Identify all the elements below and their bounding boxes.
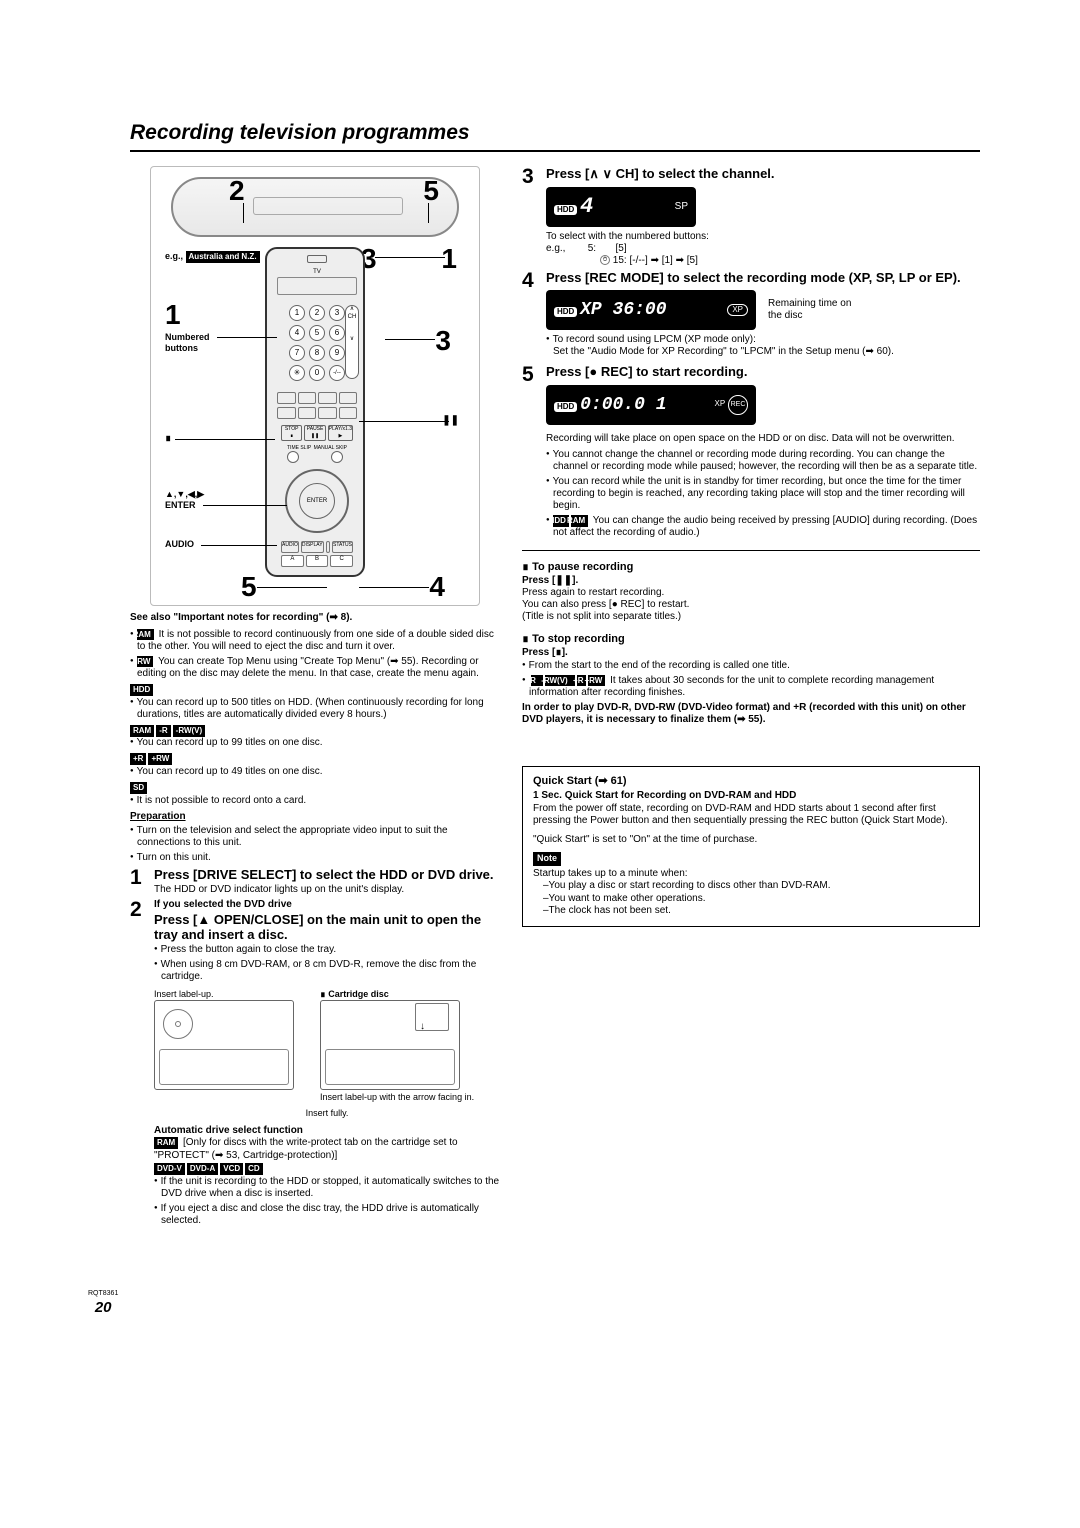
divider-1 (522, 550, 980, 551)
rqt-code: RQT8361 (88, 1290, 118, 1299)
insert-fully: Insert fully. (154, 1108, 500, 1119)
stop-bold: In order to play DVD-R, DVD-RW (DVD-Vide… (522, 702, 980, 726)
device-figure: 2 5 e.g., Australia and N.Z. 3 1 TV 1 2 … (150, 166, 480, 606)
quick-start-box: Quick Start (➡ 61) 1 Sec. Quick Start fo… (522, 766, 980, 927)
quick-b2: –You want to make other operations. (533, 893, 969, 906)
label-arrows: ▲,▼,◀,▶ (165, 489, 204, 500)
pause-l2: You can also press [● REC] to restart. (522, 599, 980, 611)
step4-title: Press [REC MODE] to select the recording… (546, 270, 980, 286)
auto-3: If you eject a disc and close the disc t… (154, 1203, 500, 1227)
stop-b2: -R-RW(V)+R+RW It takes about 30 seconds … (522, 675, 980, 699)
callout-5-bottom: 5 (241, 569, 257, 604)
pill-sd: SD (130, 782, 147, 794)
page-footer: RQT8361 20 (88, 1290, 118, 1318)
note-plusrw: +RW You can create Top Menu using "Creat… (130, 656, 500, 680)
auto-2: If the unit is recording to the HDD or s… (154, 1176, 500, 1200)
pause-l1: Press again to restart recording. (522, 587, 980, 599)
auto-1: RAM [Only for discs with the write-prote… (154, 1137, 500, 1162)
quick-title: Quick Start (➡ 61) (533, 775, 969, 789)
remaining-time-label: Remaining time on the disc (768, 298, 868, 322)
callout-1-mid-right: 1 (441, 241, 457, 276)
step5-b1: You cannot change the channel or recordi… (546, 449, 980, 473)
quick-b1: –You play a disc or start recording to d… (533, 880, 969, 893)
step-4: 4 Press [REC MODE] to select the recordi… (522, 270, 980, 362)
remote: TV 1 2 3 4 5 6 7 8 9 0 ✳︎ -/-- ∧CH∨ (265, 247, 365, 577)
stop-b1: From the start to the end of the recordi… (522, 660, 980, 672)
callout-5-top: 5 (423, 173, 439, 208)
label-buttons: buttons (165, 343, 198, 354)
step2-pre: If you selected the DVD drive (154, 899, 500, 912)
step-2: 2 If you selected the DVD drive Press [▲… (130, 899, 500, 1230)
label-numbered: Numbered (165, 332, 210, 343)
step1-title: Press [DRIVE SELECT] to select the HDD o… (154, 867, 500, 883)
callout-3-right: 3 (435, 323, 451, 358)
label-enter: ENTER (165, 500, 196, 511)
note-49: You can record up to 49 titles on one di… (130, 766, 500, 778)
pill-hdd: HDD (130, 684, 153, 696)
step5-b2: You can record while the unit is in stan… (546, 476, 980, 512)
right-column: 3 Press [∧ ∨ CH] to select the channel. … (522, 166, 980, 1233)
step5-b3: HDDRAM You can change the audio being re… (546, 515, 980, 539)
left-column: 2 5 e.g., Australia and N.Z. 3 1 TV 1 2 … (130, 166, 500, 1233)
prep-2: Turn on this unit. (130, 852, 500, 864)
step-3: 3 Press [∧ ∨ CH] to select the channel. … (522, 166, 980, 267)
step2-title: Press [▲ OPEN/CLOSE] on the main unit to… (154, 912, 500, 943)
quick-p2: "Quick Start" is set to "On" at the time… (533, 834, 969, 847)
quick-sub: 1 Sec. Quick Start for Recording on DVD-… (533, 790, 969, 803)
note-ram: RAM It is not possible to record continu… (130, 629, 500, 653)
step3-eg: e.g., 5: [5] (546, 243, 980, 255)
callout-4: 4 (429, 569, 445, 604)
note-sd: It is not possible to record onto a card… (130, 795, 500, 807)
step3-sel: To select with the numbered buttons: (546, 231, 980, 243)
page-title: Recording television programmes (130, 120, 980, 152)
quick-p3: Startup takes up to a minute when: (533, 868, 969, 881)
eg-label: e.g., Australia and N.Z. (165, 251, 262, 263)
stop-press: Press [∎]. (522, 647, 980, 660)
step2-b2: When using 8 cm DVD-RAM, or 8 cm DVD-R, … (154, 959, 500, 983)
display-ch: HDD 4 SP (546, 187, 696, 227)
device-top (171, 177, 459, 237)
quick-p1: From the power off state, recording on D… (533, 803, 969, 828)
pause-head: To pause recording (522, 561, 980, 575)
insert-illu-1 (154, 1000, 294, 1090)
quick-b3: –The clock has not been set. (533, 905, 969, 918)
step3-title: Press [∧ ∨ CH] to select the channel. (546, 166, 980, 182)
insert-label-up: Insert label-up. (154, 989, 294, 1000)
note-pill: Note (533, 852, 561, 865)
step5-title: Press [● REC] to start recording. (546, 364, 980, 380)
step5-intro: Recording will take place on open space … (546, 433, 980, 445)
step-1: 1 Press [DRIVE SELECT] to select the HDD… (130, 867, 500, 896)
step2-b1: Press the button again to close the tray… (154, 944, 500, 956)
preparation-head: Preparation (130, 811, 500, 824)
note-hdd: You can record up to 500 titles on HDD. … (130, 697, 500, 721)
cartridge-head: ∎ Cartridge disc (320, 989, 474, 1000)
label-audio: AUDIO (165, 539, 194, 550)
insert-label-2: Insert label-up with the arrow facing in… (320, 1092, 474, 1103)
insert-illu-2: ↓ (320, 1000, 460, 1090)
step-5: 5 Press [● REC] to start recording. HDD … (522, 364, 980, 542)
page-number: 20 (88, 1299, 118, 1318)
callout-1-left: 1 (165, 297, 181, 332)
display-mode: HDD XP 36:00 XP (546, 290, 756, 330)
step1-sub: The HDD or DVD indicator lights up on th… (154, 884, 500, 897)
note-99: You can record up to 99 titles on one di… (130, 737, 500, 749)
auto-head: Automatic drive select function (154, 1125, 500, 1138)
display-rec: HDD 0:00.0 1 XP REC (546, 385, 756, 425)
step4-b1: To record sound using LPCM (XP mode only… (546, 334, 980, 358)
pause-l3: (Title is not split into separate titles… (522, 611, 980, 623)
prep-1: Turn on the television and select the ap… (130, 825, 500, 849)
see-also: See also "Important notes for recording"… (130, 612, 500, 625)
stop-head: To stop recording (522, 633, 980, 647)
pause-press: Press [❚❚]. (522, 575, 980, 588)
